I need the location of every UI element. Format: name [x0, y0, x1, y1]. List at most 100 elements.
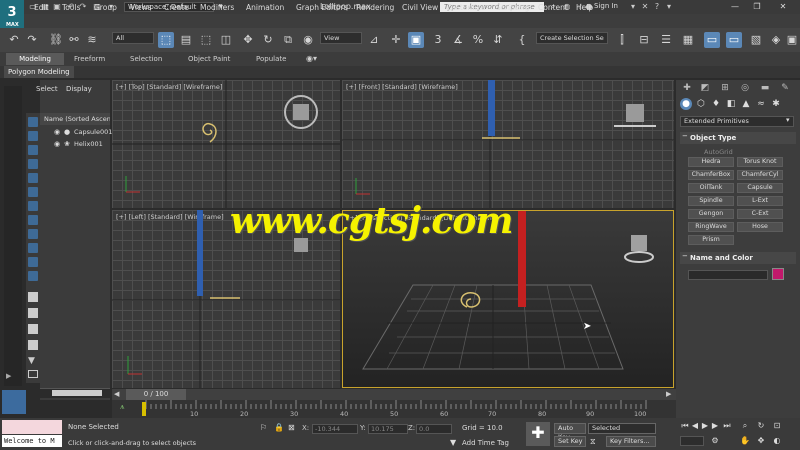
- next-frame-icon[interactable]: ▶: [710, 421, 720, 431]
- ribbon-options-icon[interactable]: ◉▾: [306, 54, 317, 63]
- go-to-end-icon[interactable]: ⏭: [722, 421, 732, 431]
- bind-space-warp-icon[interactable]: ≋: [84, 32, 100, 48]
- snaps-toggle-icon[interactable]: 3: [430, 32, 446, 48]
- explorer-tab-select[interactable]: Select: [36, 85, 58, 93]
- viewport-front[interactable]: [+] [Front] [Standard] [Wireframe]: [342, 80, 674, 208]
- spinner-snap-icon[interactable]: ⇵: [490, 32, 506, 48]
- undo-scene-icon[interactable]: ↶: [6, 32, 22, 48]
- gengon-button[interactable]: Gengon: [688, 209, 734, 219]
- create-tab-icon[interactable]: ✚: [680, 82, 694, 94]
- named-selection-dropdown[interactable]: Create Selection Se: [536, 32, 608, 44]
- utilities-tab-icon[interactable]: ✎: [778, 82, 792, 94]
- select-move-icon[interactable]: ✥: [240, 32, 256, 48]
- current-frame-field[interactable]: [680, 436, 704, 446]
- time-prev-icon[interactable]: ◀: [114, 390, 119, 398]
- menu-help[interactable]: Help: [576, 3, 593, 12]
- select-manipulate-icon[interactable]: ✛: [388, 32, 404, 48]
- sign-in-link[interactable]: Sign In: [594, 2, 618, 10]
- modify-tab-icon[interactable]: ◩: [698, 82, 712, 94]
- settings-icon[interactable]: [28, 370, 38, 378]
- select-rotate-icon[interactable]: ↻: [260, 32, 276, 48]
- isolate-selection-icon[interactable]: ⚐: [260, 423, 267, 432]
- pivot-center-icon[interactable]: ⊿: [366, 32, 382, 48]
- curve-editor-icon[interactable]: ▭: [726, 32, 742, 48]
- menu-rendering[interactable]: Rendering: [356, 3, 394, 12]
- explorer-column-header[interactable]: Name (Sorted Ascend: [40, 113, 110, 125]
- current-frame-marker[interactable]: [142, 402, 146, 416]
- cart-icon[interactable]: ✕: [640, 2, 650, 12]
- ribbon-tab-object-paint[interactable]: Object Paint: [188, 55, 230, 63]
- menu-create[interactable]: Create: [164, 3, 189, 12]
- edit-named-selection-icon[interactable]: {: [514, 32, 530, 48]
- menu-views[interactable]: Views: [130, 3, 152, 12]
- display-xrefs-icon[interactable]: [28, 229, 38, 239]
- object-color-swatch[interactable]: [772, 268, 784, 280]
- ringwave-button[interactable]: RingWave: [688, 222, 734, 232]
- ribbon-tab-modeling[interactable]: Modeling: [6, 53, 64, 65]
- spindle-button[interactable]: Spindle: [688, 196, 734, 206]
- keyboard-shortcut-override-icon[interactable]: ▣: [408, 32, 424, 48]
- reference-coordinate-dropdown[interactable]: View: [320, 32, 362, 44]
- mirror-icon[interactable]: ⫿: [614, 32, 630, 48]
- scene-explorer-icon[interactable]: ☰: [658, 32, 674, 48]
- systems-category-icon[interactable]: ✱: [770, 98, 782, 110]
- selection-filter-dropdown[interactable]: All: [112, 32, 154, 44]
- visibility-eye-icon[interactable]: ◉: [54, 128, 60, 136]
- helpers-category-icon[interactable]: ▲: [740, 98, 752, 110]
- polygon-modeling-panel[interactable]: Polygon Modeling: [4, 66, 74, 78]
- key-filters-button[interactable]: Key Filters...: [606, 436, 656, 447]
- unlink-icon[interactable]: ⚯: [66, 32, 82, 48]
- save-file-icon[interactable]: ▣: [52, 2, 62, 12]
- select-object-icon[interactable]: ⬚: [158, 32, 174, 48]
- set-key-big-button[interactable]: ✚: [526, 422, 550, 446]
- chamfercyl-button[interactable]: ChamferCyl: [737, 170, 783, 180]
- primitive-type-dropdown[interactable]: Extended Primitives: [680, 116, 794, 127]
- menu-scripting[interactable]: Scripting: [496, 3, 529, 12]
- ribbon-tab-freeform[interactable]: Freeform: [74, 55, 105, 63]
- field-of-view-icon[interactable]: ◐: [772, 436, 782, 446]
- angle-snap-icon[interactable]: ∡: [450, 32, 466, 48]
- display-particles-icon[interactable]: [28, 257, 38, 267]
- filter-icon[interactable]: ▼: [28, 356, 38, 366]
- rollout-collapse-icon[interactable]: −: [682, 252, 688, 260]
- expand-arrow-icon[interactable]: ▶: [6, 372, 18, 382]
- place-icon[interactable]: ◉: [300, 32, 316, 48]
- go-to-start-icon[interactable]: ⏮: [680, 421, 690, 431]
- hedra-button[interactable]: Hedra: [688, 157, 734, 167]
- close-icon[interactable]: ✕: [776, 1, 790, 13]
- display-tab-icon[interactable]: ▬: [758, 82, 772, 94]
- play-icon[interactable]: ▶: [700, 421, 710, 431]
- prism-button[interactable]: Prism: [688, 235, 734, 245]
- display-geometry-icon[interactable]: [28, 131, 38, 141]
- percent-snap-icon[interactable]: %: [470, 32, 486, 48]
- name-and-color-rollout[interactable]: Name and Color: [680, 252, 796, 264]
- display-groups-icon[interactable]: [28, 215, 38, 225]
- viewport-layout-button[interactable]: [2, 390, 26, 414]
- lights-category-icon[interactable]: ♦: [710, 98, 722, 110]
- select-scale-icon[interactable]: ⧉: [280, 32, 296, 48]
- x-coordinate-field[interactable]: -10.344: [312, 424, 358, 434]
- time-slider-thumb[interactable]: 0 / 100: [126, 389, 186, 400]
- maximize-viewport-icon[interactable]: ⊡: [772, 421, 782, 431]
- time-slider-track[interactable]: [112, 389, 676, 400]
- menu-tools[interactable]: Tools: [62, 3, 80, 12]
- select-by-name-icon[interactable]: ▤: [178, 32, 194, 48]
- viewport-top[interactable]: [+] [Top] [Standard] [Wireframe]: [112, 80, 340, 208]
- walkthrough-icon[interactable]: ✥: [756, 436, 766, 446]
- time-tag-icon[interactable]: ▼: [450, 438, 456, 447]
- rollout-collapse-icon[interactable]: −: [682, 132, 688, 140]
- visibility-eye-icon[interactable]: ◉: [54, 140, 60, 148]
- layer-icon[interactable]: [28, 292, 38, 302]
- chamferbox-button[interactable]: ChamferBox: [688, 170, 734, 180]
- display-none-icon[interactable]: [28, 117, 38, 127]
- rectangular-selection-icon[interactable]: ⬚: [198, 32, 214, 48]
- display-cameras-icon[interactable]: [28, 173, 38, 183]
- ribbon-toggle-icon[interactable]: ▭: [704, 32, 720, 48]
- ribbon-tab-selection[interactable]: Selection: [130, 55, 162, 63]
- z-coordinate-field[interactable]: 0.0: [416, 424, 452, 434]
- dropdown-chevron-icon[interactable]: ▾: [786, 116, 790, 124]
- ribbon-tab-populate[interactable]: Populate: [256, 55, 286, 63]
- display-lights-icon[interactable]: [28, 159, 38, 169]
- key-mode-dropdown[interactable]: Selected: [588, 423, 656, 434]
- restore-icon[interactable]: ❐: [750, 1, 764, 13]
